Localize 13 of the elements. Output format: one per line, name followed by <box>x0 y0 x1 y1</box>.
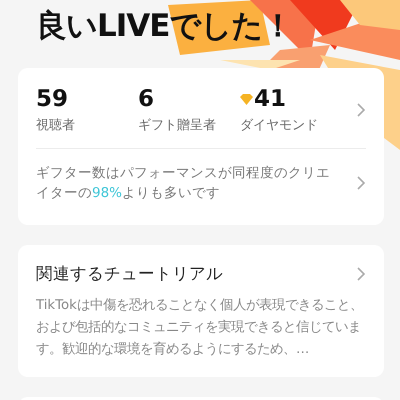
gifter-comparison-text: ギフター数はパフォーマンスが同程度のクリエイターの98%よりも多いです <box>36 164 331 203</box>
stat-value: 59 <box>36 86 70 112</box>
stat-label: ギフト贈呈者 <box>138 117 217 134</box>
stat-value: 41 <box>240 86 356 112</box>
stat-value: 6 <box>138 86 156 112</box>
tutorial-title: 関連するチュートリアル <box>36 263 223 285</box>
stat-label: 視聴者 <box>36 117 76 134</box>
chevron-right-icon[interactable] <box>356 266 366 282</box>
chevron-right-icon[interactable] <box>356 102 366 118</box>
diamond-icon <box>240 94 253 104</box>
stat-label: ダイヤモンド <box>240 117 319 134</box>
chevron-right-icon[interactable] <box>356 175 366 191</box>
tutorial-description: TikTokは中傷を恐れることなく個人が表現できること、および包括的なコミュニティを実現できると信じています。歓迎的な環境を育めるようにするため、… <box>36 296 364 359</box>
